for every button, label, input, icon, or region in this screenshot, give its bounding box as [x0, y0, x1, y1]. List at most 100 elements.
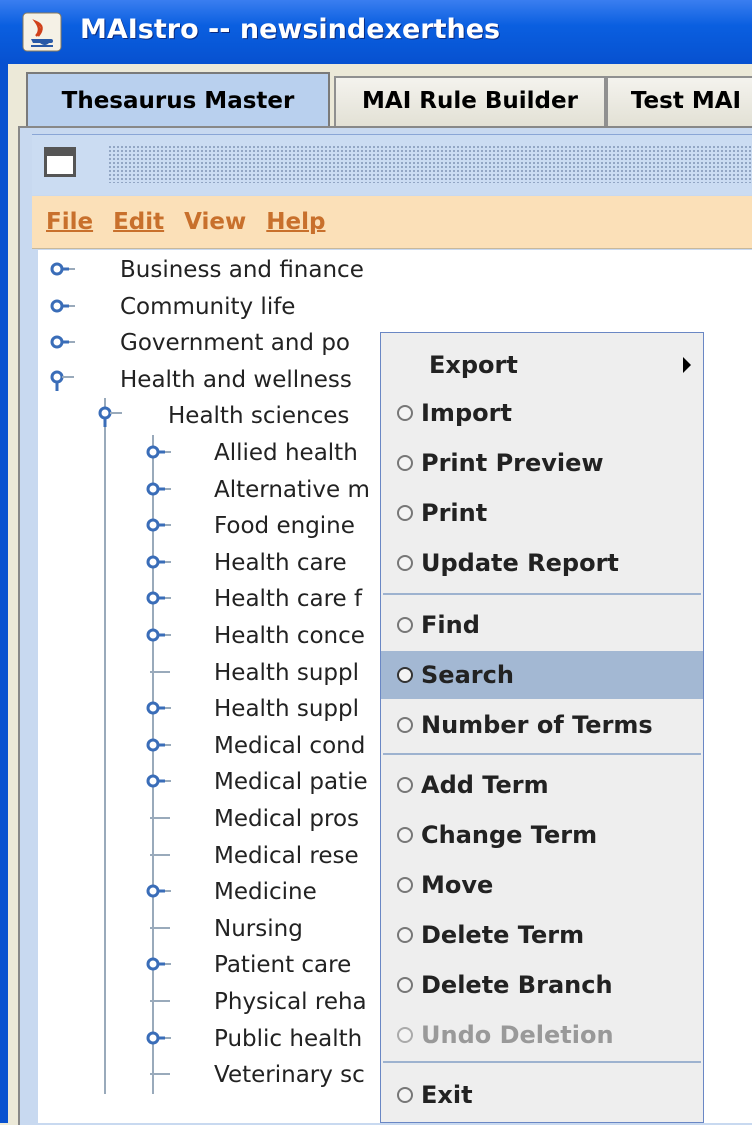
radio-icon: [397, 667, 413, 683]
collapsed-node-icon[interactable]: [146, 626, 172, 644]
tab-thesaurus-master[interactable]: Thesaurus Master: [26, 72, 330, 130]
menu-edit[interactable]: Edit: [113, 209, 164, 235]
tree-node-label: Health sciences: [168, 403, 350, 430]
menu-separator: [383, 593, 701, 595]
tree-node[interactable]: Medical patie: [214, 764, 368, 800]
radio-icon: [397, 1087, 413, 1103]
radio-icon: [397, 405, 413, 421]
menu-item-change-term[interactable]: Change Term: [381, 811, 703, 859]
tree-node-label: Medical cond: [214, 732, 366, 759]
tree-node-label: Health conce: [214, 623, 365, 649]
tree-node[interactable]: Health and wellness: [120, 362, 352, 398]
collapsed-node-icon[interactable]: [146, 772, 172, 790]
tree-node-label: Health and wellness: [120, 366, 352, 393]
drag-grip[interactable]: [108, 145, 752, 183]
tree-node[interactable]: Community life: [120, 289, 295, 325]
menu-item-delete-term[interactable]: Delete Term: [381, 911, 703, 959]
internal-frame-titlebar[interactable]: [32, 134, 752, 195]
menu-item-print-preview[interactable]: Print Preview: [381, 439, 703, 487]
collapsed-node-icon[interactable]: [146, 553, 172, 571]
collapsed-node-icon[interactable]: [50, 297, 76, 315]
collapsed-node-icon[interactable]: [146, 882, 172, 900]
radio-icon: [397, 505, 413, 521]
collapsed-node-icon[interactable]: [146, 736, 172, 754]
collapsed-node-icon[interactable]: [146, 516, 172, 534]
collapsed-node-icon[interactable]: [146, 699, 172, 717]
tree-node[interactable]: Health care: [214, 545, 347, 581]
radio-icon: [397, 617, 413, 633]
expanded-node-icon[interactable]: [98, 406, 124, 428]
tree-leaf-connector: [146, 663, 172, 681]
menu-item-add-term[interactable]: Add Term: [381, 761, 703, 809]
radio-icon: [397, 1027, 413, 1043]
collapsed-node-icon[interactable]: [146, 1029, 172, 1047]
tree-node-label: Nursing: [214, 915, 303, 942]
collapsed-node-icon[interactable]: [146, 480, 172, 498]
tree-node[interactable]: Health care f: [214, 581, 362, 617]
tree-node-label: Veterinary sc: [214, 1062, 365, 1089]
menu-item-export[interactable]: Export: [381, 341, 703, 389]
radio-icon: [397, 555, 413, 571]
tree-node[interactable]: Medicine: [214, 874, 317, 910]
submenu-arrow-icon: [683, 357, 691, 373]
menu-item-import[interactable]: Import: [381, 389, 703, 437]
menu-item-exit[interactable]: Exit: [381, 1071, 703, 1119]
collapsed-node-icon[interactable]: [146, 443, 172, 461]
tree-node[interactable]: Health suppl: [214, 691, 359, 727]
tree-node[interactable]: Medical pros: [214, 801, 359, 837]
tree-node[interactable]: Physical reha: [214, 984, 367, 1020]
tree-node[interactable]: Food engine: [214, 508, 355, 544]
menu-item-print[interactable]: Print: [381, 489, 703, 537]
tree-node[interactable]: Government and po: [120, 325, 350, 361]
radio-icon: [397, 977, 413, 993]
window-title: MAIstro -- newsindexerthes: [80, 14, 501, 45]
tree-node[interactable]: Public health: [214, 1021, 362, 1057]
expanded-node-icon[interactable]: [50, 370, 76, 391]
tree-node[interactable]: Allied health: [214, 435, 358, 471]
menu-separator: [383, 1061, 701, 1063]
tree-leaf-connector: [146, 1065, 172, 1083]
menu-item-label: Search: [421, 661, 514, 689]
tree-node[interactable]: Alternative m: [214, 472, 370, 508]
tree-node[interactable]: Veterinary sc: [214, 1057, 365, 1093]
menu-item-label: Delete Term: [421, 921, 585, 949]
collapsed-node-icon[interactable]: [146, 955, 172, 973]
context-menu: Export Import Print Preview Print Update Rep…: [380, 332, 704, 1123]
menu-separator: [383, 753, 701, 755]
collapsed-node-icon[interactable]: [50, 333, 76, 351]
collapsed-node-icon[interactable]: [50, 260, 76, 278]
tree-node[interactable]: Medical rese: [214, 838, 359, 874]
menu-view[interactable]: View: [184, 209, 246, 235]
tab-mai-rule-builder[interactable]: MAI Rule Builder: [334, 76, 606, 128]
menu-file[interactable]: File: [46, 209, 93, 235]
window-icon[interactable]: [44, 147, 76, 177]
java-app-icon[interactable]: [22, 12, 62, 52]
tree-node-label: Medical rese: [214, 842, 359, 869]
tree-node[interactable]: Medical cond: [214, 728, 365, 764]
menu-item-number-of-terms[interactable]: Number of Terms: [381, 701, 703, 749]
tree-connector-line: [104, 398, 106, 1094]
tree-node[interactable]: Health conce: [214, 618, 365, 654]
tree-node-label: Health suppl: [214, 659, 359, 686]
menu-item-find[interactable]: Find: [381, 601, 703, 649]
menu-item-delete-branch[interactable]: Delete Branch: [381, 961, 703, 1009]
tree-node-label: Food engine: [214, 513, 355, 540]
tree-node-label: Government and po: [120, 330, 350, 357]
collapsed-node-icon[interactable]: [146, 589, 172, 607]
menu-help[interactable]: Help: [266, 209, 325, 235]
menu-item-update-report[interactable]: Update Report: [381, 539, 703, 587]
radio-icon: [397, 717, 413, 733]
tree-node-label: Medicine: [214, 879, 317, 906]
menu-item-move[interactable]: Move: [381, 861, 703, 909]
tab-strip: Thesaurus Master MAI Rule Builder Test M…: [8, 64, 752, 130]
tree-leaf-connector: [146, 809, 172, 827]
tree-node[interactable]: Health sciences: [168, 398, 349, 434]
menu-item-label: Number of Terms: [421, 711, 653, 739]
tree-node[interactable]: Business and finance: [120, 252, 364, 288]
tree-node[interactable]: Health suppl: [214, 655, 359, 691]
tree-node[interactable]: Nursing: [214, 911, 303, 947]
menu-item-search[interactable]: Search: [381, 651, 703, 699]
tree-node[interactable]: Patient care: [214, 947, 351, 983]
menu-item-label: Update Report: [421, 549, 619, 577]
tab-test-mai[interactable]: Test MAI: [606, 76, 752, 128]
